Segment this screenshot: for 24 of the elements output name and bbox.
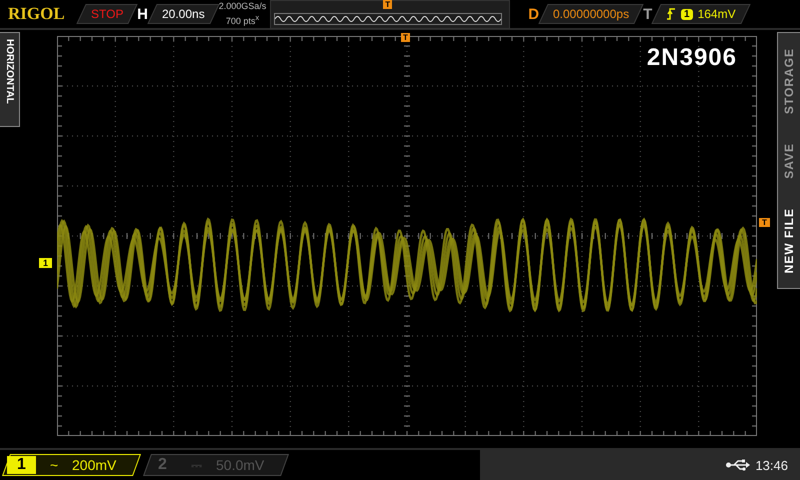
sample-rate: 2.000GSa/s — [218, 1, 266, 12]
run-state[interactable]: STOP — [76, 4, 138, 24]
soft-menu-item[interactable]: SAVE — [782, 143, 796, 179]
channel-marker: 1 — [39, 258, 52, 268]
waveform-preview-icon — [274, 12, 502, 24]
soft-menu-item[interactable]: NEW FILE — [782, 208, 796, 274]
memory-depth: 700 pts$^{x}$ — [226, 12, 260, 27]
trigger-label: T — [643, 6, 652, 22]
timebase-label: H — [137, 6, 148, 22]
screen-label: 2N3906 — [646, 44, 737, 72]
soft-menu-item[interactable]: STORAGE — [782, 48, 796, 114]
brand-logo: RIGOL — [8, 4, 65, 24]
trigger-position-marker: T — [401, 33, 410, 42]
clock: 13:46 — [755, 458, 788, 472]
rising-edge-icon — [666, 8, 676, 20]
delay-value[interactable]: 0.00000000ps — [538, 4, 644, 24]
trigger-position-marker: T — [383, 0, 392, 8]
timebase-value[interactable]: 20.00ns — [147, 4, 220, 24]
trigger-level-marker: T — [759, 218, 770, 227]
usb-icon — [726, 459, 750, 471]
delay-label: D — [528, 6, 540, 22]
trigger-setting[interactable]: 1 164mV — [652, 4, 751, 24]
channel-setting[interactable]: 1 ~ 200mV — [2, 454, 142, 476]
horizontal-menu-tab[interactable]: HORIZONTAL — [0, 32, 20, 127]
